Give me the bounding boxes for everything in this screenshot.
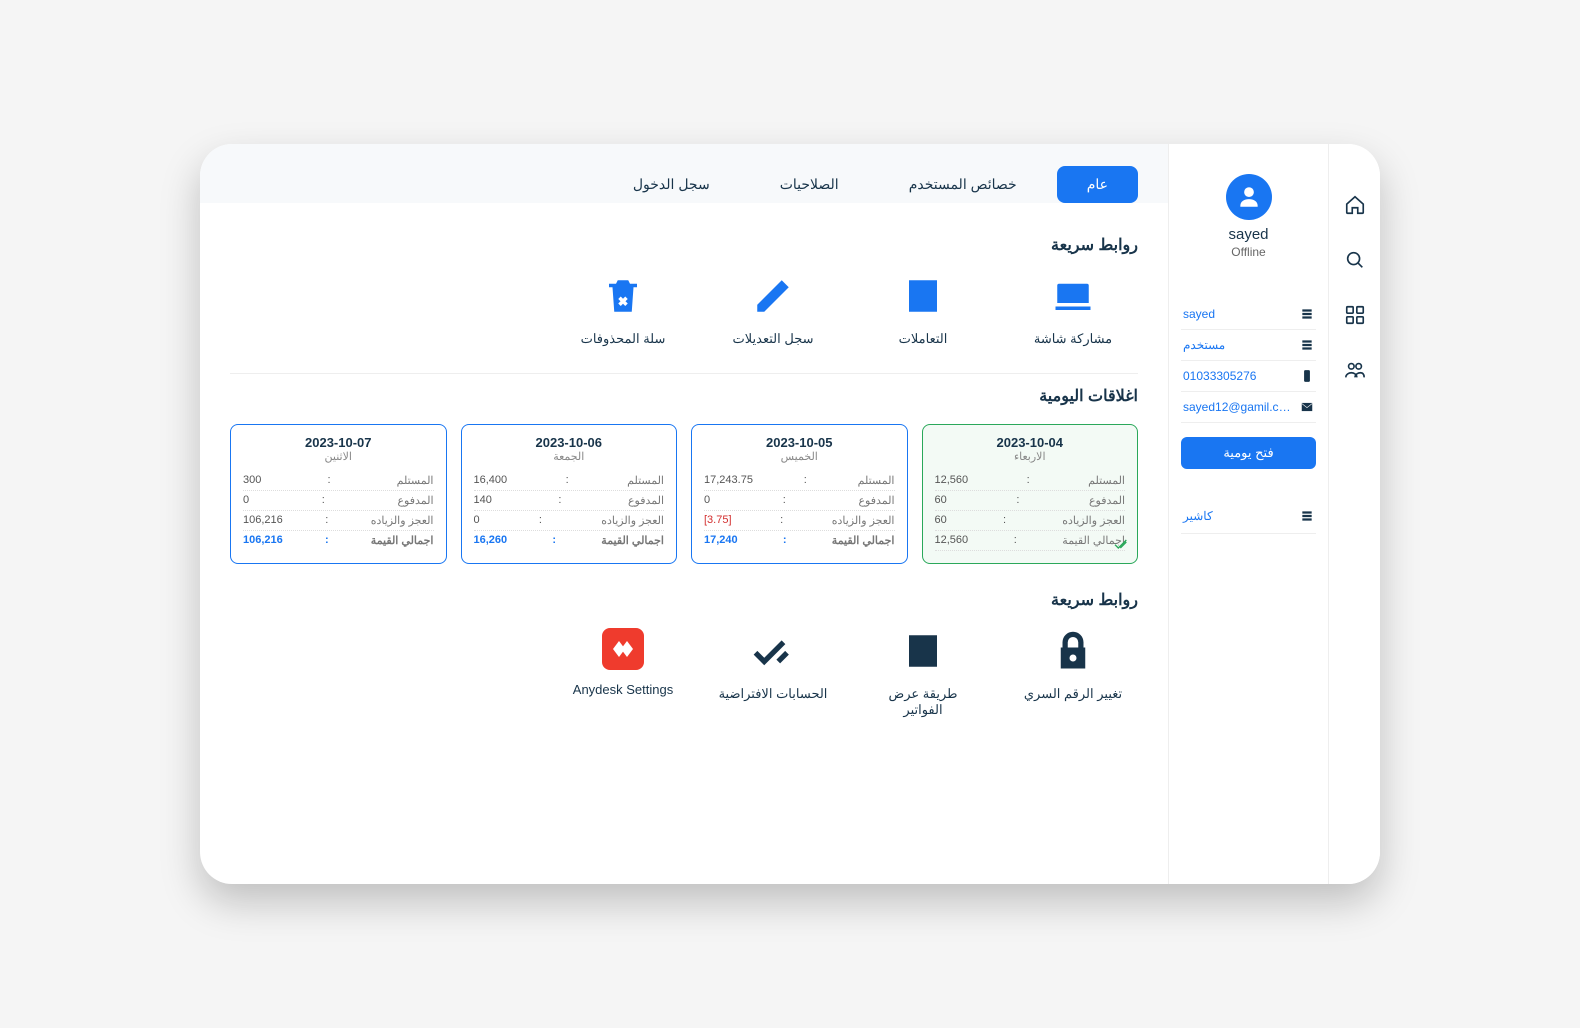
quick-invoice-display[interactable]: طريقة عرض الفواتير [868, 628, 978, 718]
nav-iconbar [1328, 144, 1380, 884]
card-date: 2023-10-04 [935, 435, 1126, 450]
anydesk-icon [602, 628, 644, 670]
quick-links-top: مشاركة شاشة التعاملات سجل التعديلات سلة … [230, 273, 1138, 374]
users-icon[interactable] [1344, 359, 1366, 386]
tab-user-props[interactable]: خصائص المستخدم [879, 166, 1047, 203]
app-frame: sayed Offline sayed مستخدم 01033305276 s… [200, 144, 1380, 884]
section-quick-links-2: روابط سريعة [230, 590, 1138, 610]
receipt-icon [900, 273, 946, 319]
section-closings: اغلاقات اليومية [230, 386, 1138, 406]
invoice-icon [900, 628, 946, 674]
info-cashier[interactable]: كاشير [1181, 499, 1316, 534]
pencil-icon [750, 273, 796, 319]
closing-card[interactable]: 2023-10-05 الخميس المستلم : 17,243.75 ال… [691, 424, 908, 564]
card-day: الجمعة [474, 450, 665, 463]
closing-card[interactable]: 2023-10-04 الاربعاء المستلم : 12,560 الم… [922, 424, 1139, 564]
lock-icon [1050, 628, 1096, 674]
tab-permissions[interactable]: الصلاحيات [750, 166, 869, 203]
user-panel: sayed Offline sayed مستخدم 01033305276 s… [1168, 144, 1328, 884]
quick-change-pin[interactable]: تغيير الرقم السري [1018, 628, 1128, 718]
quick-links-bottom: تغيير الرقم السري طريقة عرض الفواتير الح… [230, 628, 1138, 744]
check-icon [1113, 536, 1129, 555]
avatar[interactable] [1226, 174, 1272, 220]
search-icon[interactable] [1344, 249, 1366, 276]
home-icon[interactable] [1344, 194, 1366, 221]
tab-general[interactable]: عام [1057, 166, 1138, 203]
apps-icon[interactable] [1344, 304, 1366, 331]
double-check-icon [750, 628, 796, 674]
closings-cards: 2023-10-04 الاربعاء المستلم : 12,560 الم… [230, 424, 1138, 564]
closing-card[interactable]: 2023-10-07 الاثنين المستلم : 300 المدفوع… [230, 424, 447, 564]
info-email[interactable]: sayed12@gamil.com [1181, 392, 1316, 423]
open-day-button[interactable]: فتح يومية [1181, 437, 1316, 469]
info-role[interactable]: مستخدم [1181, 330, 1316, 361]
card-date: 2023-10-05 [704, 435, 895, 450]
card-day: الخميس [704, 450, 895, 463]
quick-edits-log[interactable]: سجل التعديلات [718, 273, 828, 347]
card-day: الاثنين [243, 450, 434, 463]
quick-transactions[interactable]: التعاملات [868, 273, 978, 347]
tabs: عام خصائص المستخدم الصلاحيات سجل الدخول [200, 144, 1168, 203]
closing-card[interactable]: 2023-10-06 الجمعة المستلم : 16,400 المدف… [461, 424, 678, 564]
trash-icon [600, 273, 646, 319]
card-date: 2023-10-07 [243, 435, 434, 450]
quick-trash[interactable]: سلة المحذوفات [568, 273, 678, 347]
card-day: الاربعاء [935, 450, 1126, 463]
main: عام خصائص المستخدم الصلاحيات سجل الدخول … [200, 144, 1168, 884]
card-date: 2023-10-06 [474, 435, 665, 450]
section-quick-links: روابط سريعة [230, 235, 1138, 255]
username: sayed [1228, 226, 1268, 243]
quick-default-accounts[interactable]: الحسابات الافتراضية [718, 628, 828, 718]
info-phone[interactable]: 01033305276 [1181, 361, 1316, 392]
user-status: Offline [1231, 245, 1265, 259]
quick-anydesk[interactable]: Anydesk Settings [568, 628, 678, 718]
quick-screen-share[interactable]: مشاركة شاشة [1018, 273, 1128, 347]
info-handle[interactable]: sayed [1181, 299, 1316, 330]
laptop-icon [1050, 273, 1096, 319]
tab-login-log[interactable]: سجل الدخول [603, 166, 740, 203]
